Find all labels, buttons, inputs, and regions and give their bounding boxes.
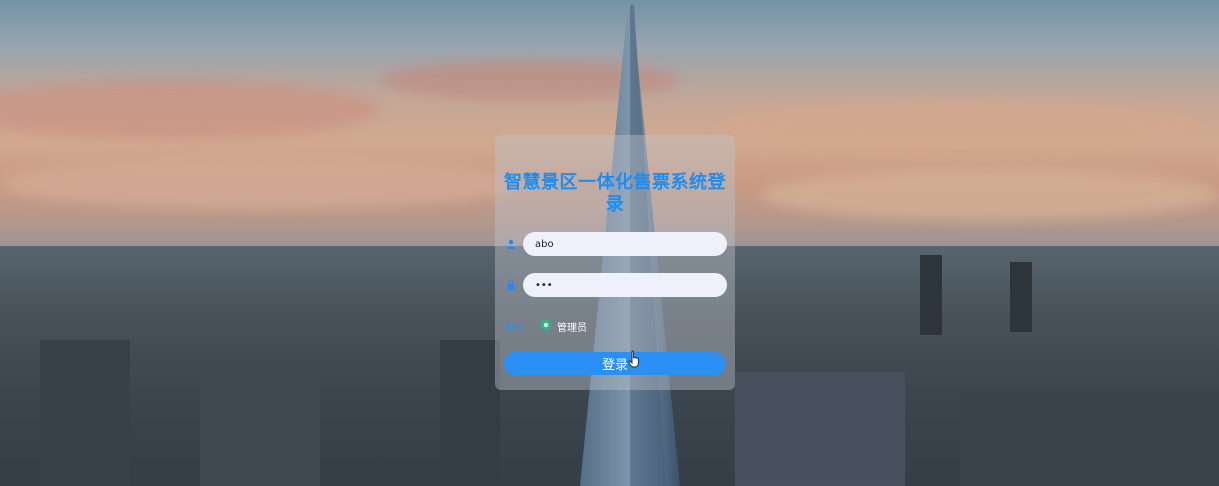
role-selector: 角色 管理员 bbox=[505, 318, 727, 334]
username-row bbox=[505, 232, 727, 256]
user-icon bbox=[505, 238, 517, 250]
role-label: 角色 bbox=[505, 323, 525, 334]
password-row bbox=[505, 273, 727, 297]
lock-icon bbox=[505, 279, 517, 291]
login-button[interactable]: 登录 bbox=[504, 352, 726, 375]
login-title: 智慧景区一体化售票系统登录 bbox=[504, 172, 726, 215]
hand-pointer-icon bbox=[628, 350, 639, 368]
role-radio-admin[interactable] bbox=[541, 320, 551, 330]
role-option-label[interactable]: 管理员 bbox=[557, 319, 587, 334]
password-input[interactable] bbox=[523, 273, 727, 297]
username-input[interactable] bbox=[523, 232, 727, 256]
